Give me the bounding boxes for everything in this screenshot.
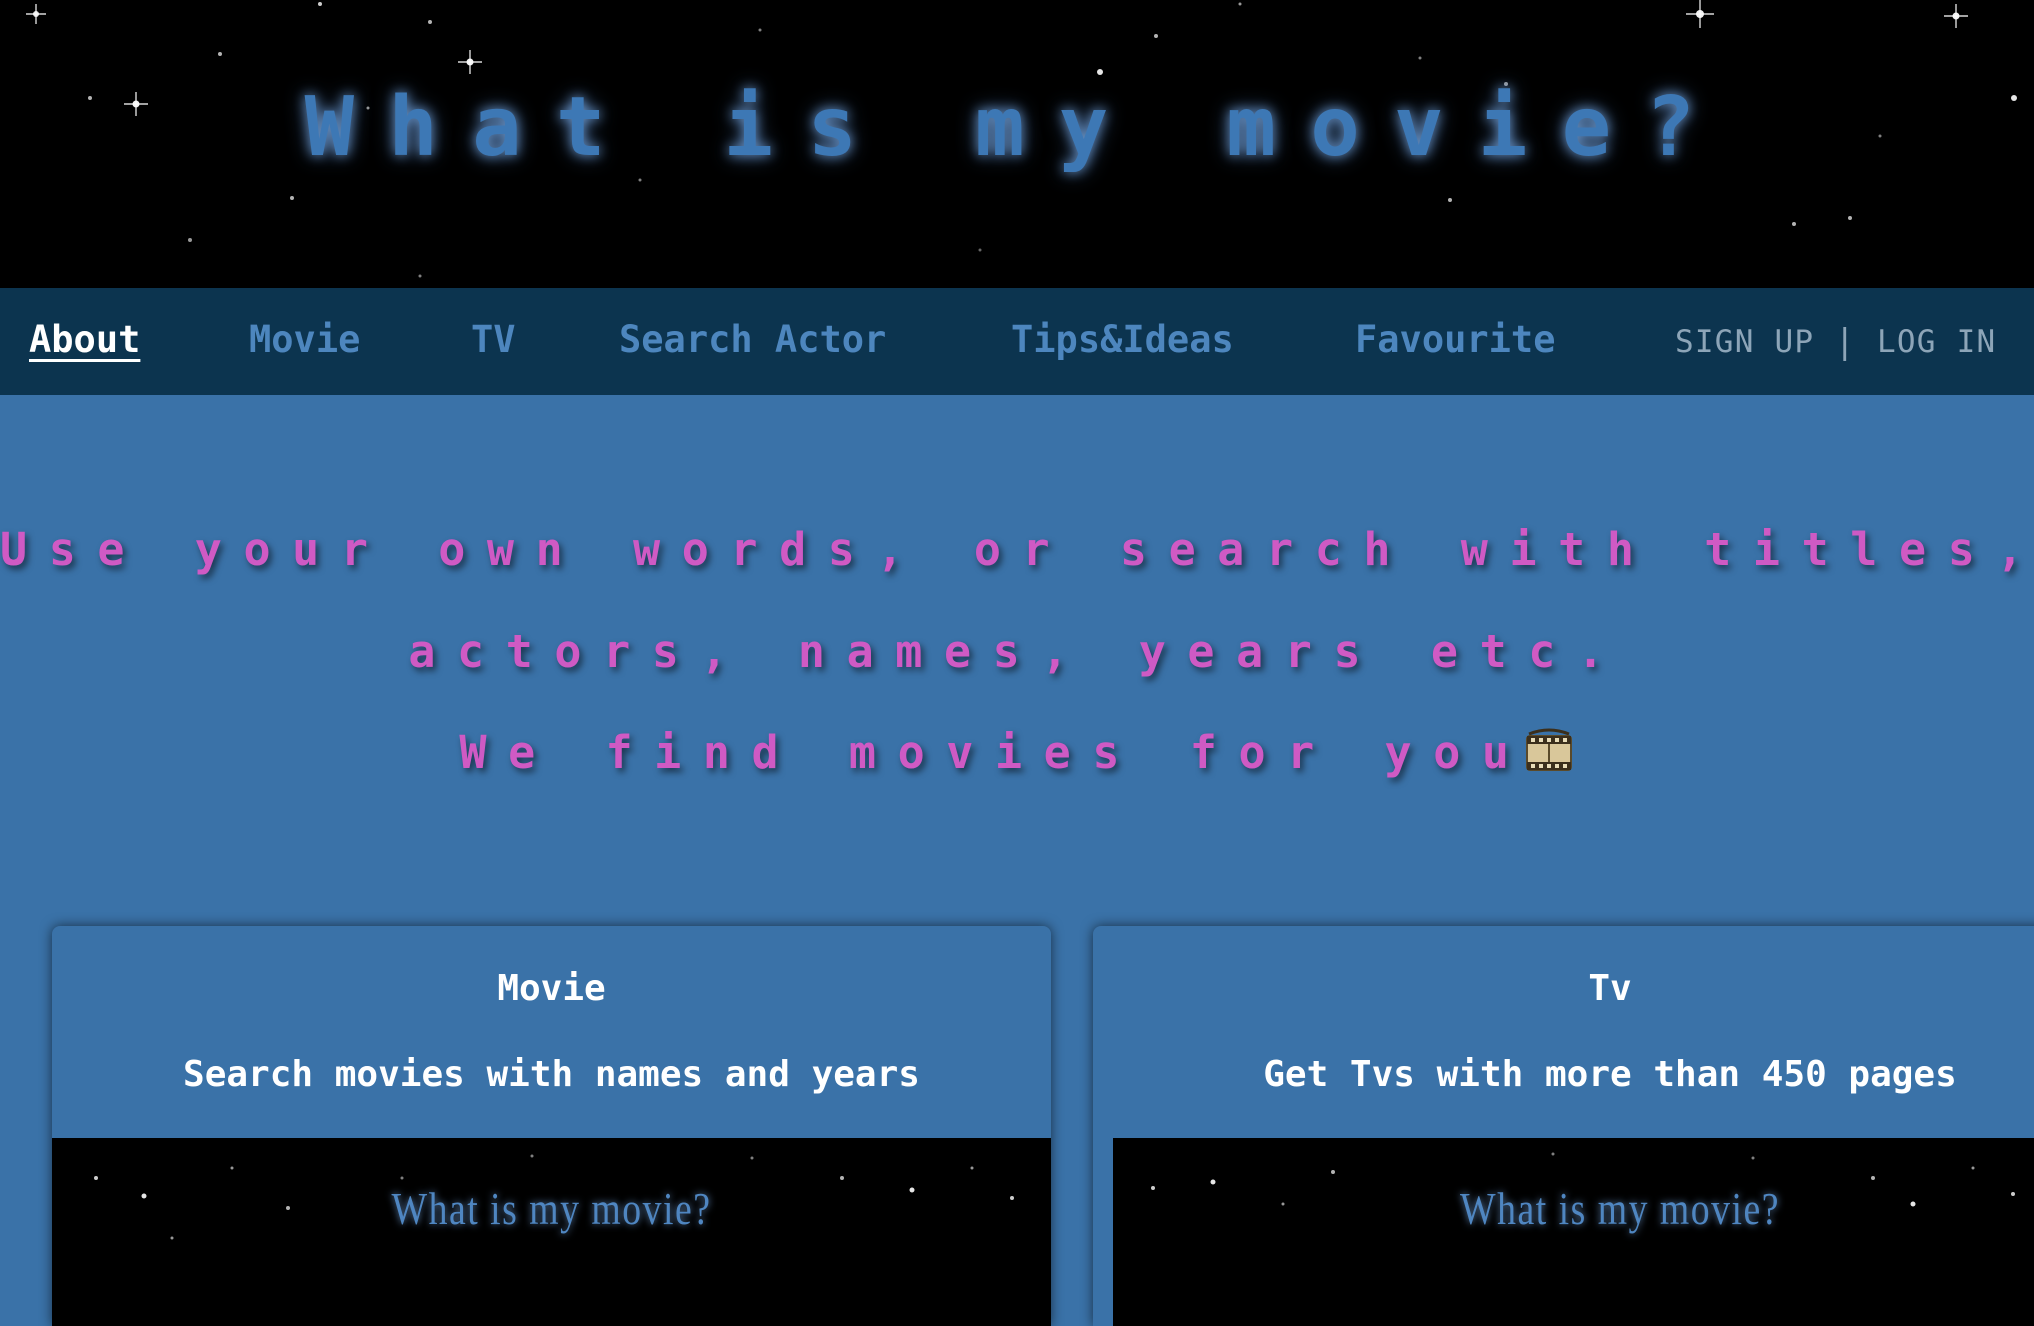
tagline-line-2: actors, names, years etc.: [408, 625, 1626, 678]
tagline-line-3: We find movies for you: [0, 726, 2034, 779]
tv-card-description: Get Tvs with more than 450 pages: [1263, 1054, 1957, 1095]
nav-tips-ideas[interactable]: Tips&Ideas: [1011, 318, 1234, 361]
movie-card-image[interactable]: What is my movie?: [52, 1138, 1051, 1326]
tv-card[interactable]: Tv Get Tvs with more than 450 pages What…: [1093, 926, 2034, 1326]
movie-card-title: Movie: [497, 968, 606, 1009]
site-header: What is my movie?: [0, 0, 2034, 288]
main-nav: About Movie TV Search Actor Tips&Ideas F…: [0, 288, 2034, 395]
log-in-link[interactable]: LOG IN: [1877, 324, 1996, 360]
tagline-line-3-text: We find movies for you: [459, 726, 1531, 779]
site-title: What is my movie?: [304, 80, 1730, 175]
nav-favourite[interactable]: Favourite: [1355, 318, 1555, 361]
film-frames-icon: [1523, 728, 1575, 774]
movie-card[interactable]: Movie Search movies with names and years…: [52, 926, 1051, 1326]
tagline-line-1: Use your own words, or search with title…: [0, 523, 2034, 576]
nav-movie[interactable]: Movie: [249, 318, 360, 361]
nav-search-actor[interactable]: Search Actor: [619, 318, 886, 361]
tv-card-image[interactable]: What is my movie?: [1113, 1138, 2034, 1326]
sign-up-link[interactable]: SIGN UP: [1675, 324, 1814, 360]
tv-card-title: Tv: [1588, 968, 1632, 1009]
movie-card-description: Search movies with names and years: [183, 1054, 920, 1095]
auth-separator: |: [1839, 322, 1851, 362]
tv-card-image-title: What is my movie?: [1459, 1183, 1781, 1234]
nav-tv[interactable]: TV: [471, 318, 516, 361]
nav-about[interactable]: About: [29, 318, 140, 361]
movie-card-image-title: What is my movie?: [391, 1183, 712, 1234]
